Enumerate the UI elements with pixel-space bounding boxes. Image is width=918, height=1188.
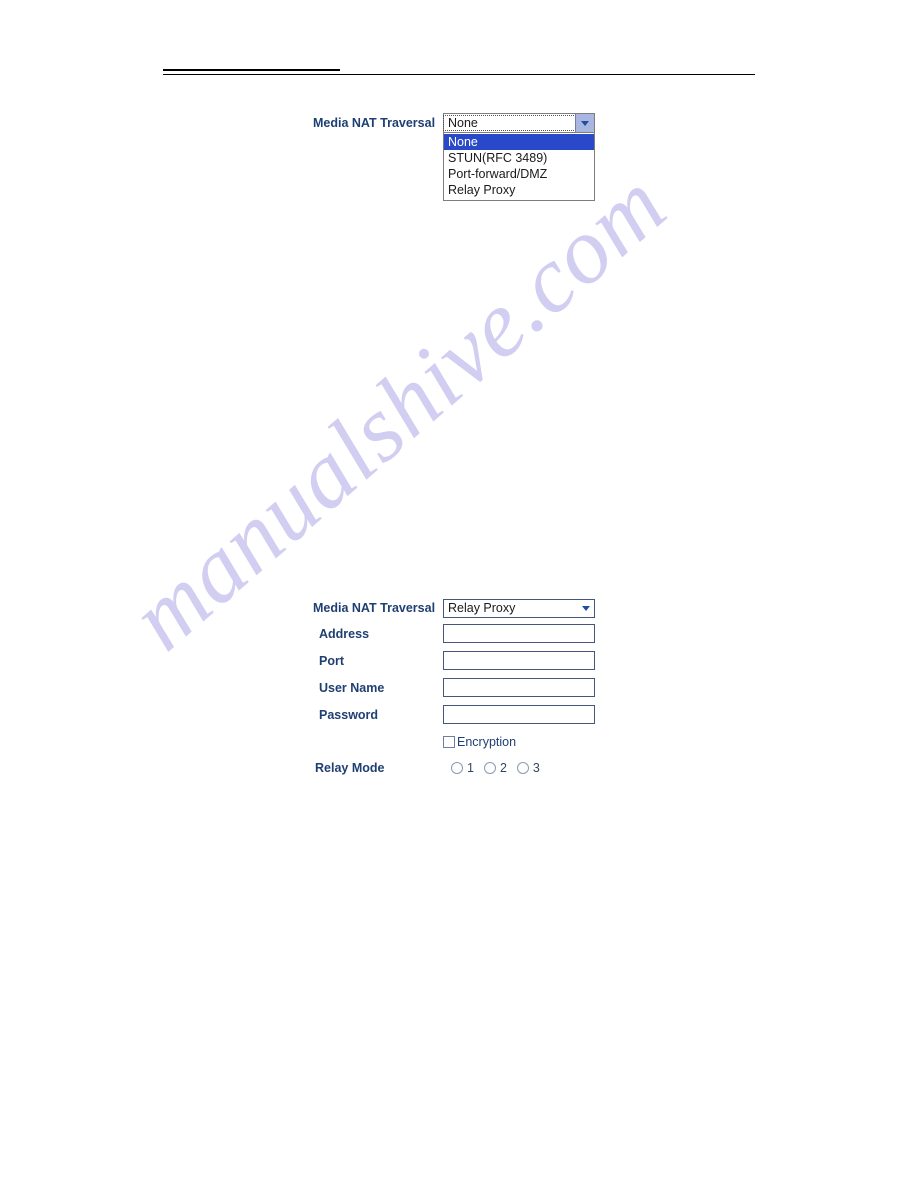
select-selected-value: None bbox=[443, 115, 576, 131]
media-nat-traversal-row: Media NAT Traversal None bbox=[313, 113, 603, 133]
password-label: Password bbox=[319, 707, 379, 722]
relay-mode-radio-3[interactable] bbox=[516, 762, 529, 774]
address-row: Address bbox=[313, 620, 603, 647]
encryption-row: Encryption bbox=[313, 728, 603, 756]
relay-nat-traversal-label: Media NAT Traversal bbox=[313, 601, 436, 615]
option-item-stun[interactable]: STUN(RFC 3489) bbox=[444, 150, 594, 166]
media-nat-traversal-option-list[interactable]: None STUN(RFC 3489) Port-forward/DMZ Rel… bbox=[443, 133, 595, 201]
user-name-label: User Name bbox=[319, 680, 385, 695]
watermark-text: manualshive.com bbox=[111, 151, 686, 670]
encryption-checkbox[interactable] bbox=[443, 736, 455, 748]
option-item-relay-proxy[interactable]: Relay Proxy bbox=[444, 182, 594, 198]
relay-mode-option-label-1: 1 bbox=[467, 761, 474, 775]
chevron-down-icon[interactable] bbox=[575, 114, 594, 132]
media-nat-traversal-open-form: Media NAT Traversal None None STUN(RFC 3… bbox=[313, 113, 603, 201]
user-name-row: User Name bbox=[313, 674, 603, 701]
encryption-checkbox-group[interactable]: Encryption bbox=[443, 735, 516, 749]
relay-mode-radio-group[interactable]: 1 2 3 bbox=[443, 761, 550, 775]
select-selected-value: Relay Proxy bbox=[448, 601, 516, 615]
port-input[interactable] bbox=[443, 651, 595, 670]
relay-nat-traversal-select[interactable]: Relay Proxy bbox=[443, 598, 595, 618]
relay-mode-label: Relay Mode bbox=[315, 761, 385, 775]
relay-nat-traversal-row: Media NAT Traversal Relay Proxy bbox=[313, 596, 603, 620]
relay-mode-row: Relay Mode 1 2 3 bbox=[313, 756, 603, 780]
option-item-none[interactable]: None bbox=[444, 134, 594, 150]
port-label: Port bbox=[319, 653, 344, 668]
relay-mode-radio-2[interactable] bbox=[483, 762, 496, 774]
relay-mode-radio-1[interactable] bbox=[451, 762, 463, 774]
relay-proxy-settings-form: Media NAT Traversal Relay Proxy Address … bbox=[313, 596, 603, 780]
password-input[interactable] bbox=[443, 705, 595, 724]
address-label: Address bbox=[319, 626, 370, 641]
user-name-input[interactable] bbox=[443, 678, 595, 697]
encryption-label: Encryption bbox=[457, 735, 517, 749]
media-nat-traversal-select[interactable]: None bbox=[443, 113, 595, 133]
relay-mode-option-label-3: 3 bbox=[532, 761, 540, 775]
header-rule-thick bbox=[163, 69, 340, 71]
select-face[interactable]: None bbox=[443, 113, 595, 133]
address-input[interactable] bbox=[443, 624, 595, 643]
chevron-down-icon[interactable] bbox=[577, 600, 594, 617]
header-rule-thin bbox=[163, 74, 755, 75]
select-face[interactable]: Relay Proxy bbox=[443, 598, 595, 618]
option-item-port-forward-dmz[interactable]: Port-forward/DMZ bbox=[444, 166, 594, 182]
media-nat-traversal-label: Media NAT Traversal bbox=[313, 116, 436, 130]
password-row: Password bbox=[313, 701, 603, 728]
port-row: Port bbox=[313, 647, 603, 674]
relay-mode-option-label-2: 2 bbox=[499, 761, 507, 775]
